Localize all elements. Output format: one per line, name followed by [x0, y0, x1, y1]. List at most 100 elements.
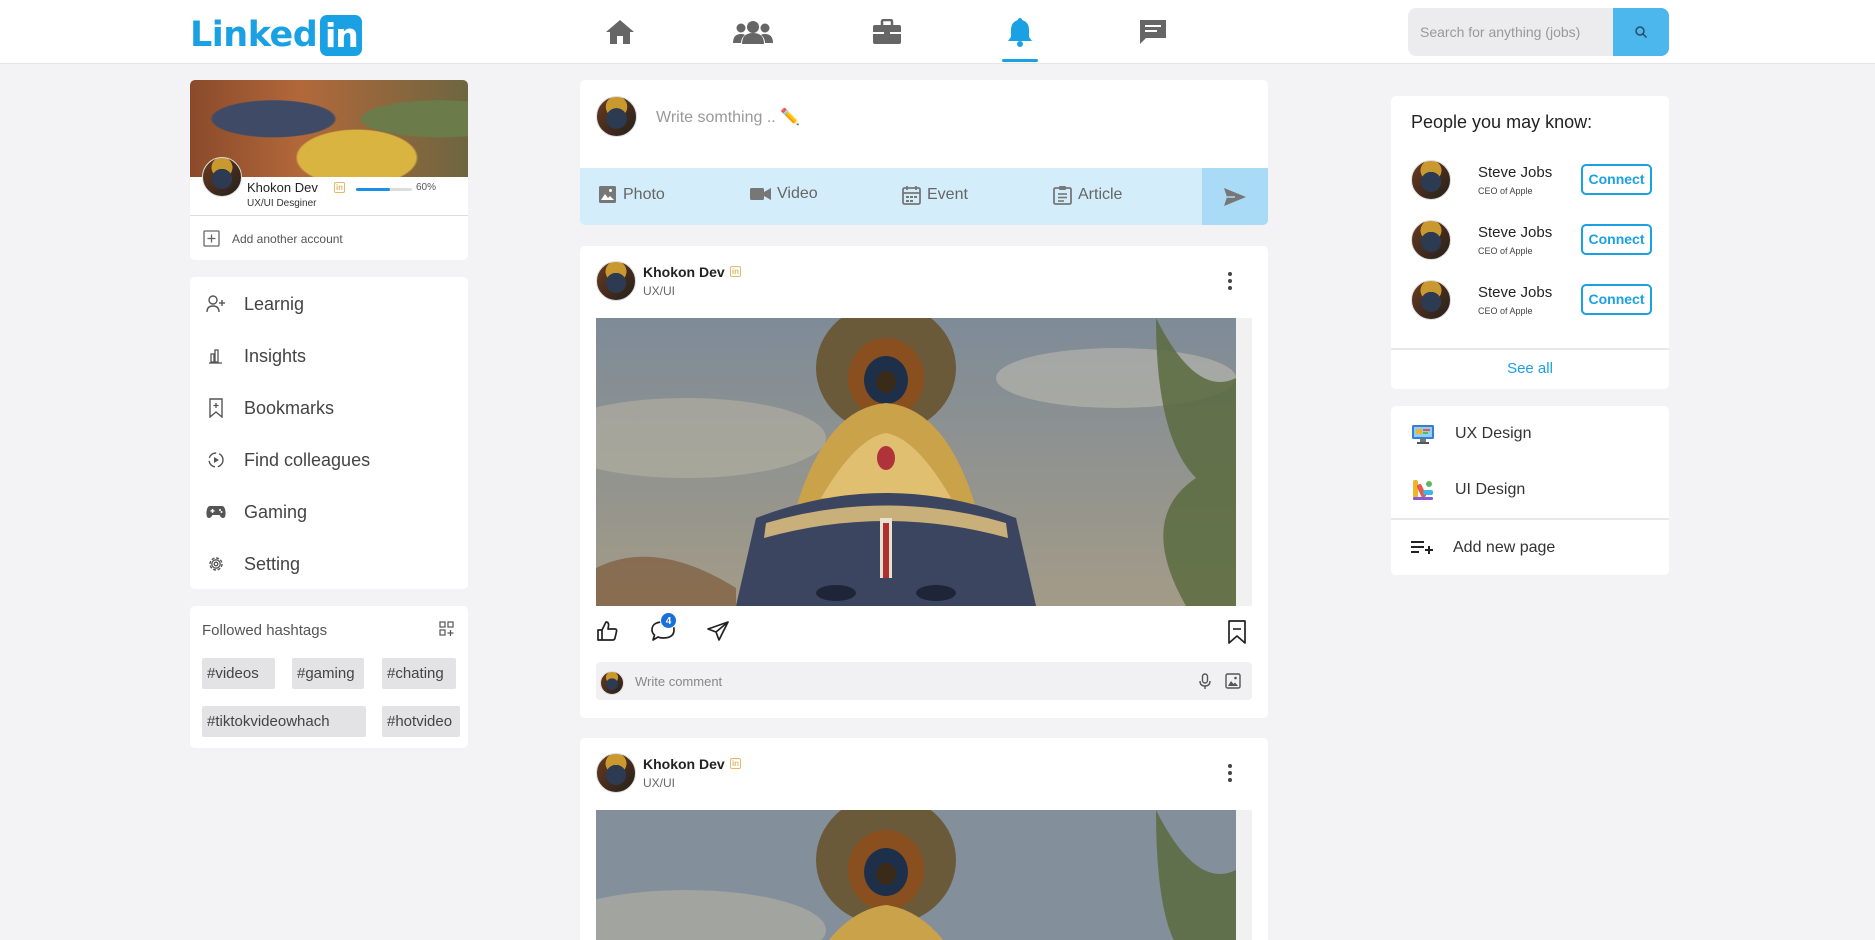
divider [1391, 348, 1669, 350]
hashtag-chip[interactable]: #chating [382, 658, 456, 689]
event-label: Event [927, 186, 968, 203]
article-button[interactable]: Article [1053, 185, 1122, 205]
profile-progress-fill [356, 188, 390, 191]
photo-icon [599, 186, 616, 203]
ui-design-icon [1413, 480, 1433, 500]
feed-post: Khokon Dev in UX/UI [580, 246, 1268, 718]
gamepad-icon [206, 502, 226, 522]
person-avatar[interactable] [1411, 220, 1451, 260]
hashtags-title: Followed hashtags [202, 622, 328, 639]
add-square-icon [203, 230, 220, 247]
divider [190, 215, 468, 216]
post-image[interactable] [596, 810, 1236, 940]
insights-icon [206, 346, 226, 366]
person-avatar[interactable] [1411, 280, 1451, 320]
see-all-link[interactable]: See all [1391, 360, 1669, 377]
sidebar-item-learning[interactable]: Learnig [206, 289, 304, 319]
person-name[interactable]: Steve Jobs [1478, 224, 1552, 241]
post-author-name[interactable]: Khokon Dev [643, 264, 725, 280]
sidebar-item-insights[interactable]: Insights [206, 341, 306, 371]
nav-home-icon[interactable] [600, 14, 640, 50]
sidebar-item-setting[interactable]: Setting [206, 549, 300, 579]
add-new-page-label: Add new page [1453, 539, 1556, 556]
nav-messages-icon[interactable] [1133, 14, 1173, 50]
search-input[interactable] [1408, 8, 1613, 56]
divider [1391, 518, 1669, 520]
article-icon [1053, 186, 1072, 205]
top-navigation-bar: Linked in [0, 0, 1875, 64]
page-item-label: UI Design [1455, 481, 1526, 498]
video-label: Video [777, 185, 818, 202]
grid-add-icon[interactable] [439, 621, 455, 637]
save-post-button[interactable] [1227, 620, 1247, 644]
comment-box [596, 662, 1252, 700]
event-button[interactable]: Event [902, 185, 968, 205]
bookmark-icon [206, 398, 226, 418]
post-author-subtitle: UX/UI [643, 776, 676, 790]
profile-name[interactable]: Khokon Dev [247, 180, 318, 195]
playlist-add-icon [1411, 541, 1433, 554]
nav-people-icon[interactable] [733, 14, 773, 50]
post-author-name[interactable]: Khokon Dev [643, 756, 725, 772]
comment-avatar [600, 671, 624, 695]
post-author-avatar[interactable] [596, 261, 636, 301]
page-item-ux-design[interactable]: UX Design [1411, 420, 1531, 448]
post-author-avatar[interactable] [596, 753, 636, 793]
send-icon [1224, 187, 1246, 206]
linkedin-badge-icon: in [730, 266, 741, 277]
feed-post: Khokon Dev in UX/UI [580, 738, 1268, 940]
sidebar-item-gaming[interactable]: Gaming [206, 497, 307, 527]
person-name[interactable]: Steve Jobs [1478, 284, 1552, 301]
sidebar-item-label: Setting [244, 553, 301, 574]
person-avatar[interactable] [1411, 160, 1451, 200]
logo-box: in [320, 15, 363, 56]
linkedin-badge-icon: in [334, 182, 345, 193]
photo-button[interactable]: Photo [598, 185, 665, 204]
composer-input[interactable] [656, 106, 1056, 130]
hashtag-chip[interactable]: #gaming [292, 658, 364, 689]
connect-button[interactable]: Connect [1581, 284, 1652, 315]
add-user-icon [206, 294, 226, 314]
photo-label: Photo [623, 185, 665, 203]
page-item-ui-design[interactable]: UI Design [1411, 476, 1525, 504]
post-image[interactable] [596, 318, 1236, 606]
add-account-label: Add another account [232, 231, 343, 246]
search-button[interactable] [1613, 8, 1669, 56]
more-options-icon[interactable] [1228, 764, 1232, 782]
hashtag-chip[interactable]: #videos [202, 658, 275, 689]
composer-action-bar: Photo Video Event Article [580, 168, 1268, 225]
image-upload-icon[interactable] [1225, 673, 1241, 689]
share-button[interactable] [706, 620, 730, 642]
sidebar-item-label: Learnig [244, 293, 305, 314]
linkedin-badge-icon: in [730, 758, 741, 769]
nav-jobs-icon[interactable] [867, 14, 907, 50]
profile-title: UX/UI Desginer [247, 198, 317, 209]
comment-count-badge: 4 [660, 612, 677, 629]
comment-input[interactable] [635, 672, 1135, 690]
image-padding [1236, 318, 1252, 606]
hashtag-chip[interactable]: #hotvideo [382, 706, 460, 737]
microphone-icon[interactable] [1199, 673, 1211, 690]
video-button[interactable]: Video [750, 185, 818, 203]
person-name[interactable]: Steve Jobs [1478, 164, 1552, 181]
composer-avatar [596, 96, 637, 137]
page-item-label: UX Design [1455, 425, 1532, 442]
profile-progress-text: 60% [416, 182, 437, 193]
more-options-icon[interactable] [1228, 272, 1232, 290]
send-post-button[interactable] [1202, 168, 1268, 225]
person-subtitle: CEO of Apple [1478, 186, 1533, 196]
article-label: Article [1078, 186, 1123, 203]
connect-button[interactable]: Connect [1581, 224, 1652, 255]
image-padding [1236, 810, 1252, 940]
add-account-button[interactable]: Add another account [203, 230, 343, 247]
like-button[interactable] [596, 620, 618, 642]
linkedin-logo[interactable]: Linked in [190, 15, 363, 56]
nav-notifications-icon[interactable] [1000, 14, 1040, 62]
connect-button[interactable]: Connect [1581, 164, 1652, 195]
profile-progress-bar [356, 188, 412, 191]
sidebar-item-find-colleagues[interactable]: Find colleagues [206, 445, 370, 475]
add-new-page-button[interactable]: Add new page [1411, 534, 1555, 562]
sidebar-item-bookmarks[interactable]: Bookmarks [206, 393, 334, 423]
profile-avatar[interactable] [202, 157, 242, 197]
hashtag-chip[interactable]: #tiktokvideowhach [202, 706, 366, 737]
